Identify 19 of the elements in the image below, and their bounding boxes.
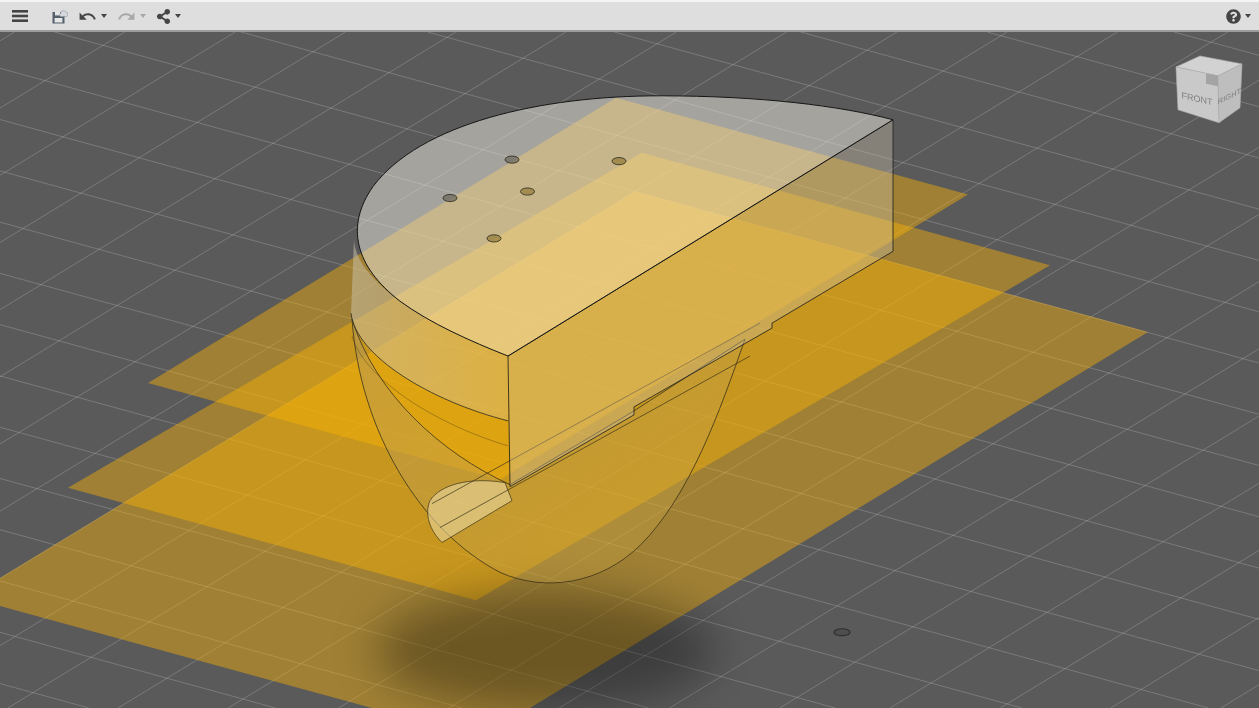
origin-icon xyxy=(833,628,851,637)
screw-hole xyxy=(611,157,627,166)
caret-icon xyxy=(140,14,146,18)
screw-hole xyxy=(504,155,520,164)
screw-hole xyxy=(486,234,502,243)
view-cube-front-face[interactable]: FRONT xyxy=(1175,66,1220,124)
save-icon xyxy=(52,8,68,24)
caret-icon xyxy=(175,14,181,18)
screw-hole xyxy=(442,194,458,202)
share-icon xyxy=(156,8,171,24)
view-cube-top-face[interactable] xyxy=(1175,55,1243,77)
caret-icon xyxy=(1245,14,1251,18)
menu-button[interactable] xyxy=(10,8,30,24)
help-button[interactable] xyxy=(1224,6,1253,26)
menu-icon xyxy=(12,10,28,22)
caret-icon xyxy=(101,14,107,18)
screw-hole xyxy=(520,187,535,196)
share-button[interactable] xyxy=(154,6,183,26)
help-icon xyxy=(1226,8,1241,24)
